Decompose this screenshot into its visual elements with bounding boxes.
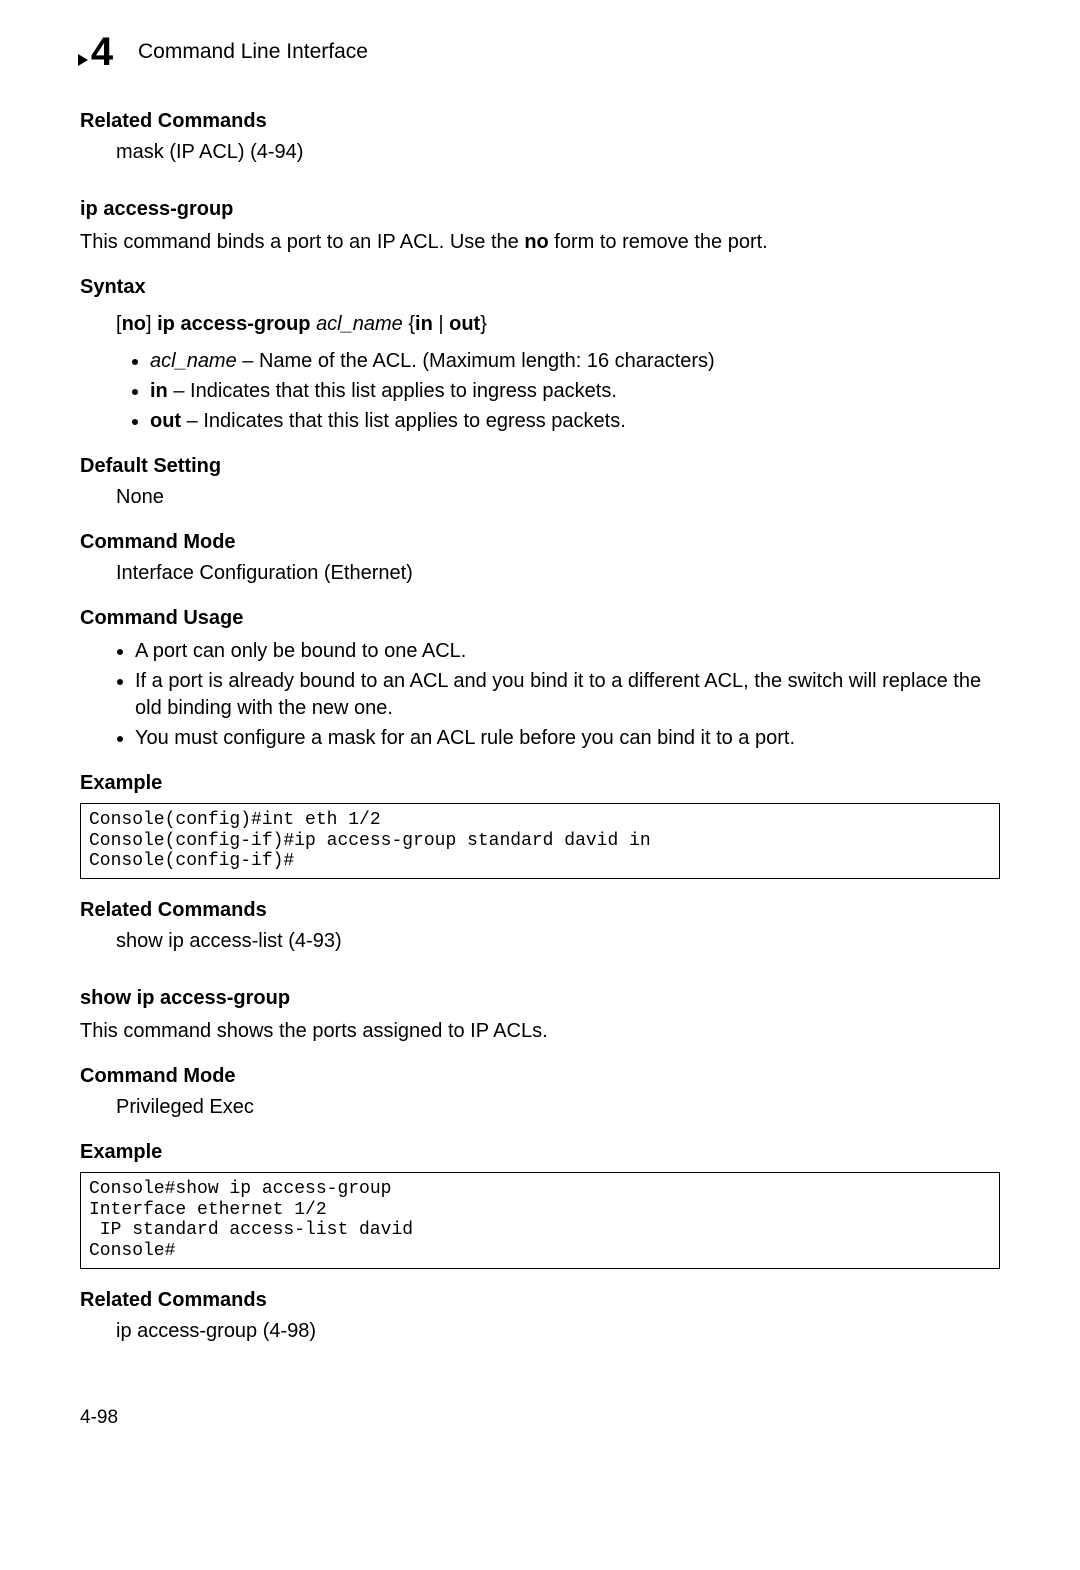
example-heading-2: Example [80, 1139, 1000, 1166]
command-usage-heading: Command Usage [80, 605, 1000, 632]
syntax-rbrace: } [480, 313, 487, 335]
page-number: 4-98 [80, 1405, 1000, 1431]
syntax-in: in [415, 313, 433, 335]
syntax-params-list: acl_name – Name of the ACL. (Maximum len… [150, 348, 1000, 435]
param-arg: acl_name [150, 350, 237, 372]
desc-bold-no: no [524, 231, 548, 253]
param-out: out – Indicates that this list applies t… [150, 408, 1000, 435]
example-heading-1: Example [80, 770, 1000, 797]
param-out-rest: – Indicates that this list applies to eg… [181, 410, 626, 432]
chapter-number: 4 [91, 32, 113, 72]
command-mode-value-1: Interface Configuration (Ethernet) [116, 560, 1000, 587]
syntax-no: no [122, 313, 146, 335]
syntax-pipe: | [433, 313, 449, 335]
default-setting-value: None [116, 484, 1000, 511]
desc-post: form to remove the port. [549, 231, 768, 253]
syntax-heading: Syntax [80, 274, 1000, 301]
related-commands-heading-2: Related Commands [80, 897, 1000, 924]
related-commands-heading-3: Related Commands [80, 1287, 1000, 1314]
param-out-b: out [150, 410, 181, 432]
command-mode-heading-2: Command Mode [80, 1063, 1000, 1090]
usage-item-1: A port can only be bound to one ACL. [135, 638, 1000, 665]
related-commands-heading-1: Related Commands [80, 108, 1000, 135]
syntax-out: out [449, 313, 480, 335]
usage-item-2: If a port is already bound to an ACL and… [135, 668, 1000, 722]
related-commands-line-3: ip access-group (4-98) [116, 1318, 1000, 1345]
syntax-nobracket: [no] [116, 313, 152, 335]
command-usage-list: A port can only be bound to one ACL. If … [135, 638, 1000, 752]
syntax-arg: acl_name [316, 313, 403, 335]
related-commands-line-1: mask (IP ACL) (4-94) [116, 139, 1000, 166]
syntax-line: [no] ip access-group acl_name {in | out} [116, 311, 1000, 338]
command-name-show-ip-access-group: show ip access-group [80, 985, 1000, 1012]
param-in-b: in [150, 380, 168, 402]
command-description-2: This command shows the ports assigned to… [80, 1018, 1000, 1045]
chapter-number-icon: 4 [80, 30, 124, 74]
param-in: in – Indicates that this list applies to… [150, 378, 1000, 405]
syntax-lbrace: { [403, 313, 415, 335]
param-in-rest: – Indicates that this list applies to in… [168, 380, 617, 402]
param-acl-name: acl_name – Name of the ACL. (Maximum len… [150, 348, 1000, 375]
command-mode-value-2: Privileged Exec [116, 1094, 1000, 1121]
related-commands-line-2: show ip access-list (4-93) [116, 928, 1000, 955]
command-name-ip-access-group: ip access-group [80, 196, 1000, 223]
example-code-1: Console(config)#int eth 1/2 Console(conf… [80, 803, 1000, 879]
default-setting-heading: Default Setting [80, 453, 1000, 480]
param-arg-rest: – Name of the ACL. (Maximum length: 16 c… [237, 350, 715, 372]
usage-item-3: You must configure a mask for an ACL rul… [135, 725, 1000, 752]
syntax-cmd: ip access-group [152, 313, 317, 335]
page-header: 4 Command Line Interface [80, 30, 1000, 74]
command-description-1: This command binds a port to an IP ACL. … [80, 229, 1000, 256]
desc-pre: This command binds a port to an IP ACL. … [80, 231, 524, 253]
command-mode-heading-1: Command Mode [80, 529, 1000, 556]
example-code-2: Console#show ip access-group Interface e… [80, 1172, 1000, 1269]
chapter-title: Command Line Interface [138, 38, 368, 66]
